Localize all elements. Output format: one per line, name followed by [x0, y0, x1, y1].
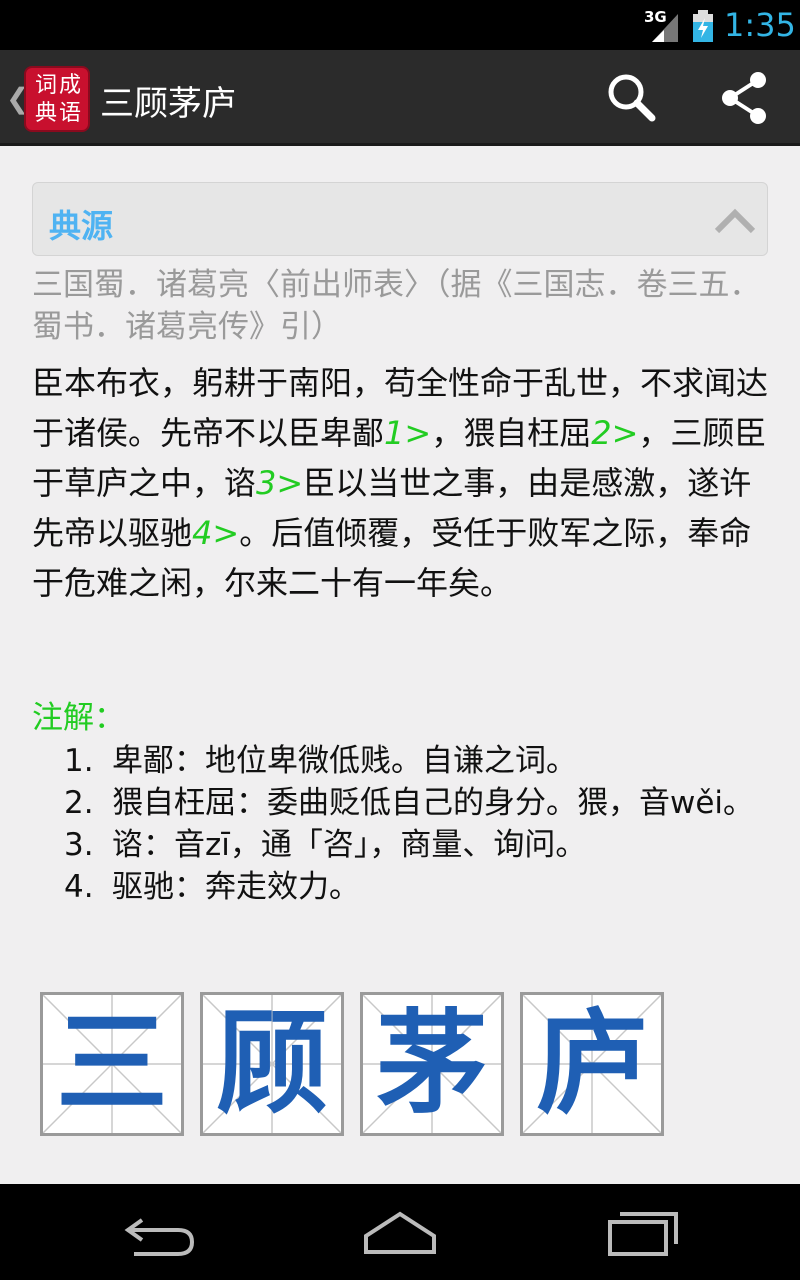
- back-icon[interactable]: [120, 1202, 200, 1262]
- note-ref-4[interactable]: 4>: [192, 514, 239, 552]
- note-item: 4. 驱驰：奔走效力。: [64, 866, 768, 908]
- recent-apps-icon[interactable]: [604, 1202, 684, 1262]
- action-bar: ❮ 词成典语 三顾茅庐: [0, 50, 800, 146]
- note-number: 3.: [64, 827, 94, 863]
- search-icon[interactable]: [604, 70, 660, 126]
- character-box[interactable]: 庐: [520, 992, 664, 1136]
- share-icon[interactable]: [716, 70, 772, 126]
- passage-text: 臣本布衣，躬耕于南阳，苟全性命于乱世，不求闻达于诸侯。先帝不以臣卑鄙1>，猥自枉…: [32, 358, 768, 608]
- passage-segment: ，猥自枉屈: [431, 414, 592, 452]
- section-header[interactable]: 典源: [32, 182, 768, 256]
- note-number: 1.: [64, 743, 94, 779]
- section-title: 典源: [49, 207, 114, 245]
- note-text: 猥自枉屈：委曲贬低自己的身分。猥，音wěi。: [112, 785, 755, 821]
- character-glyph: 三: [56, 999, 168, 1129]
- source-text: 三国蜀．诸葛亮〈前出师表〉（据《三国志．卷三五．蜀书．诸葛亮传》引）: [32, 267, 761, 345]
- note-ref-3[interactable]: 3>: [256, 464, 303, 502]
- clock: 1:35: [724, 6, 796, 44]
- note-item: 2. 猥自枉屈：委曲贬低自己的身分。猥，音wěi。: [64, 782, 768, 824]
- battery-charging-icon: [693, 10, 713, 42]
- note-ref-2[interactable]: 2>: [591, 414, 638, 452]
- character-box[interactable]: 顾: [200, 992, 344, 1136]
- note-text: 卑鄙：地位卑微低贱。自谦之词。: [112, 743, 577, 779]
- app-logo[interactable]: 词成典语: [24, 66, 90, 132]
- note-number: 4.: [64, 869, 94, 905]
- note-number: 2.: [64, 785, 94, 821]
- notes-title: 注解：: [32, 700, 125, 736]
- app-logo-text: 词成典语: [34, 73, 83, 126]
- chevron-up-icon[interactable]: [713, 203, 757, 237]
- character-box[interactable]: 三: [40, 992, 184, 1136]
- home-icon[interactable]: [360, 1202, 440, 1262]
- note-item: 1. 卑鄙：地位卑微低贱。自谦之词。: [64, 740, 768, 782]
- note-item: 3. 谘：音zī，通「咨」，商量、询问。: [64, 824, 768, 866]
- notes-list: 1. 卑鄙：地位卑微低贱。自谦之词。 2. 猥自枉屈：委曲贬低自己的身分。猥，音…: [64, 740, 768, 908]
- note-text: 谘：音zī，通「咨」，商量、询问。: [112, 827, 587, 863]
- character-glyph: 顾: [216, 999, 328, 1129]
- network-type: 3G: [644, 8, 667, 26]
- page-title: 三顾茅庐: [100, 84, 236, 124]
- status-bar: 3G 1:35: [0, 0, 800, 50]
- character-box[interactable]: 茅: [360, 992, 504, 1136]
- character-glyph: 茅: [376, 999, 488, 1129]
- character-glyph: 庐: [536, 999, 648, 1129]
- navigation-bar: [0, 1184, 800, 1280]
- note-ref-1[interactable]: 1>: [384, 414, 431, 452]
- note-text: 驱驰：奔走效力。: [112, 869, 360, 905]
